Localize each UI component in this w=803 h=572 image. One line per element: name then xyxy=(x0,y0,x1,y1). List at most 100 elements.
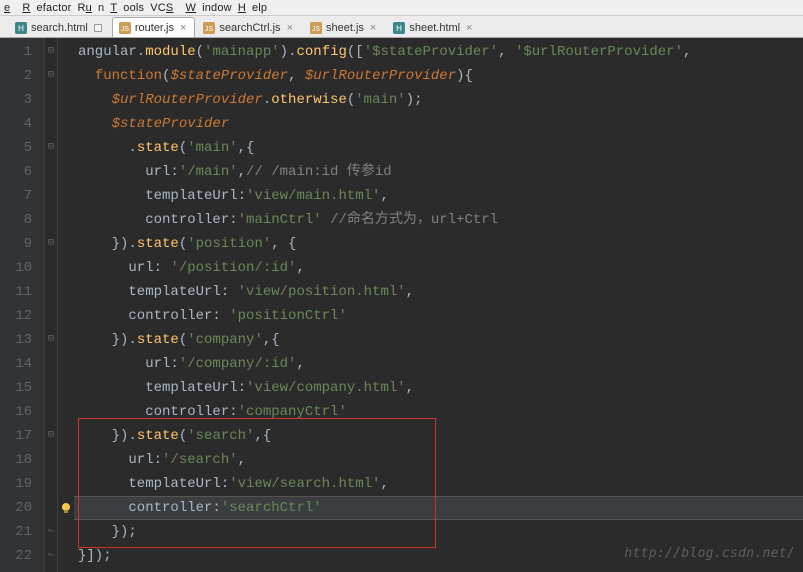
code-line[interactable]: controller:'searchCtrl' xyxy=(78,496,691,520)
line-number: 17 xyxy=(0,424,32,448)
close-icon[interactable]: × xyxy=(180,22,186,34)
fold-marker xyxy=(45,256,57,280)
line-number-gutter: 12345678910111213141516171819202122 xyxy=(0,38,44,572)
code-line[interactable]: url:'/search', xyxy=(78,448,691,472)
fold-marker xyxy=(45,448,57,472)
fold-marker[interactable]: ⊟ xyxy=(45,136,57,160)
line-number: 22 xyxy=(0,544,32,568)
svg-text:H: H xyxy=(18,24,24,33)
fold-marker xyxy=(45,304,57,328)
code-line[interactable]: url:'/main',// /main:id 传参id xyxy=(78,160,691,184)
fold-marker[interactable]: ⊟ xyxy=(45,64,57,88)
svg-text:JS: JS xyxy=(205,26,214,33)
html-file-icon: H xyxy=(15,22,27,34)
line-number: 16 xyxy=(0,400,32,424)
menu-item-run[interactable]: Run xyxy=(78,2,105,14)
tab-router-js[interactable]: JS router.js × xyxy=(112,17,196,37)
line-number: 6 xyxy=(0,160,32,184)
code-line[interactable]: templateUrl:'view/company.html', xyxy=(78,376,691,400)
code-line[interactable]: controller:'mainCtrl' //命名方式为，url+Ctrl xyxy=(78,208,691,232)
fold-marker xyxy=(45,208,57,232)
tabbar: Hsearch.html JS router.js × JS searchCtrl.js ×… xyxy=(0,16,803,38)
fold-marker[interactable]: ⌙ xyxy=(45,520,57,544)
code-line[interactable]: function($stateProvider, $urlRouterProvi… xyxy=(78,64,691,88)
fold-marker[interactable]: ⊟ xyxy=(45,40,57,64)
code-line[interactable]: angular.module('mainapp').config(['$stat… xyxy=(78,40,691,64)
fold-marker xyxy=(45,496,57,520)
line-number: 3 xyxy=(0,88,32,112)
fold-marker xyxy=(45,280,57,304)
fold-marker xyxy=(45,472,57,496)
tab-label: searchCtrl.js xyxy=(219,22,280,34)
code-editor[interactable]: 12345678910111213141516171819202122 ⊟⊟⊟⊟… xyxy=(0,38,803,572)
svg-text:H: H xyxy=(396,24,402,33)
code-line[interactable]: url:'/company/:id', xyxy=(78,352,691,376)
code-line[interactable]: templateUrl: 'view/position.html', xyxy=(78,280,691,304)
watermark: http://blog.csdn.net/ xyxy=(624,542,795,566)
fold-marker[interactable]: ⌙ xyxy=(45,544,57,568)
close-icon[interactable]: × xyxy=(287,22,293,34)
fold-marker xyxy=(45,376,57,400)
tab-searchCtrl-js[interactable]: JS searchCtrl.js × xyxy=(196,17,302,37)
line-number: 18 xyxy=(0,448,32,472)
intention-bulb-icon[interactable] xyxy=(58,496,74,520)
code-line[interactable]: }).state('company',{ xyxy=(78,328,691,352)
tab-search-html[interactable]: Hsearch.html xyxy=(8,17,111,37)
fold-marker[interactable]: ⊟ xyxy=(45,424,57,448)
code-area[interactable]: angular.module('mainapp').config(['$stat… xyxy=(74,38,691,572)
line-number: 5 xyxy=(0,136,32,160)
html-file-icon: H xyxy=(393,22,405,34)
line-number: 15 xyxy=(0,376,32,400)
js-file-icon: JS xyxy=(119,22,131,34)
tab-sheet-js[interactable]: JS sheet.js × xyxy=(303,17,385,37)
close-icon[interactable]: × xyxy=(370,22,376,34)
code-line[interactable]: templateUrl:'view/main.html', xyxy=(78,184,691,208)
intention-bulb-column xyxy=(58,38,74,572)
line-number: 4 xyxy=(0,112,32,136)
fold-marker xyxy=(45,184,57,208)
close-icon[interactable]: × xyxy=(466,22,472,34)
fold-marker[interactable]: ⊟ xyxy=(45,232,57,256)
fold-column: ⊟⊟⊟⊟⊟⊟⌙⌙ xyxy=(44,38,58,572)
line-number: 2 xyxy=(0,64,32,88)
code-line[interactable]: templateUrl:'view/search.html', xyxy=(78,472,691,496)
line-number: 7 xyxy=(0,184,32,208)
fold-marker[interactable]: ⊟ xyxy=(45,328,57,352)
line-number: 1 xyxy=(0,40,32,64)
svg-text:JS: JS xyxy=(312,26,321,33)
tab-label: search.html xyxy=(31,22,88,34)
code-line[interactable]: }).state('position', { xyxy=(78,232,691,256)
code-line[interactable]: }); xyxy=(78,520,691,544)
menu-item-help[interactable]: Help xyxy=(238,2,267,14)
code-line[interactable]: url: '/position/:id', xyxy=(78,256,691,280)
code-line[interactable]: controller:'companyCtrl' xyxy=(78,400,691,424)
js-file-icon: JS xyxy=(203,22,215,34)
line-number: 9 xyxy=(0,232,32,256)
menu-item-vcs[interactable]: VCS xyxy=(150,2,179,14)
line-number: 12 xyxy=(0,304,32,328)
fold-marker xyxy=(45,88,57,112)
tab-sheet-html[interactable]: Hsheet.html× xyxy=(386,17,481,37)
line-number: 21 xyxy=(0,520,32,544)
line-number: 13 xyxy=(0,328,32,352)
code-line[interactable]: $urlRouterProvider.otherwise('main'); xyxy=(78,88,691,112)
menu-item-window[interactable]: Window xyxy=(185,2,231,14)
code-line[interactable]: controller: 'positionCtrl' xyxy=(78,304,691,328)
code-line[interactable]: $stateProvider xyxy=(78,112,691,136)
fold-marker xyxy=(45,400,57,424)
line-number: 8 xyxy=(0,208,32,232)
tab-label: sheet.js xyxy=(326,22,364,34)
code-line[interactable]: }).state('search',{ xyxy=(78,424,691,448)
line-number: 20 xyxy=(0,496,32,520)
code-line[interactable]: .state('main',{ xyxy=(78,136,691,160)
fold-marker xyxy=(45,160,57,184)
code-line[interactable]: }]); xyxy=(78,544,691,568)
line-number: 14 xyxy=(0,352,32,376)
menu-item-refactor[interactable]: Refactor xyxy=(22,2,71,14)
svg-text:JS: JS xyxy=(121,26,130,33)
fold-marker xyxy=(45,352,57,376)
menu-item-e[interactable]: e xyxy=(4,2,16,14)
line-number: 10 xyxy=(0,256,32,280)
tab-label: router.js xyxy=(135,22,174,34)
menu-item-tools[interactable]: Tools xyxy=(110,2,144,14)
